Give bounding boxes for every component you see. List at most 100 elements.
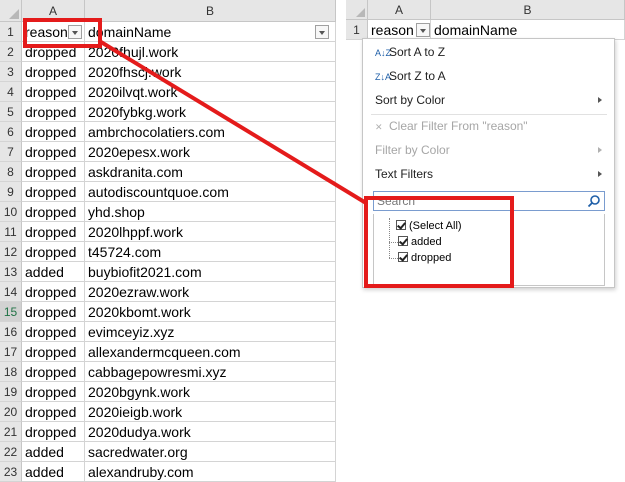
row-number[interactable]: 5 [0, 102, 22, 122]
row-number[interactable]: 7 [0, 142, 22, 162]
row-number[interactable]: 8 [0, 162, 22, 182]
select-all-corner[interactable] [0, 0, 22, 22]
cell-reason[interactable]: dropped [22, 62, 85, 82]
cell-text: dropped [25, 384, 77, 400]
cell-reason[interactable]: added [22, 442, 85, 462]
cell-domain[interactable]: evimceyiz.xyz [85, 322, 336, 342]
cell-reason[interactable]: dropped [22, 322, 85, 342]
row-number[interactable]: 6 [0, 122, 22, 142]
cell-domain[interactable]: buybiofit2021.com [85, 262, 336, 282]
row-number[interactable]: 10 [0, 202, 22, 222]
row-number[interactable]: 1 [0, 22, 22, 42]
filter-by-color-item[interactable]: Filter by Color [363, 139, 614, 161]
cell-domain[interactable]: yhd.shop [85, 202, 336, 222]
row-number[interactable]: 11 [0, 222, 22, 242]
row-number[interactable]: 17 [0, 342, 22, 362]
row-number[interactable]: 1 [346, 20, 368, 40]
table-row: 14 dropped 2020ezraw.work [0, 282, 336, 302]
cell-reason[interactable]: dropped [22, 122, 85, 142]
row-number[interactable]: 13 [0, 262, 22, 282]
cell-text: ambrchocolatiers.com [88, 124, 225, 140]
cell-b1-right[interactable]: domainName [431, 20, 625, 40]
cell-domain[interactable]: askdranita.com [85, 162, 336, 182]
table-row: 8 dropped askdranita.com [0, 162, 336, 182]
cell-a1-right[interactable]: reason [368, 20, 431, 40]
row-number[interactable]: 12 [0, 242, 22, 262]
cell-reason[interactable]: dropped [22, 242, 85, 262]
cell-reason[interactable]: dropped [22, 142, 85, 162]
cell-reason[interactable]: dropped [22, 202, 85, 222]
row-number[interactable]: 14 [0, 282, 22, 302]
filter-dropdown-button-active[interactable] [416, 23, 430, 37]
cell-reason[interactable]: dropped [22, 102, 85, 122]
cell-reason[interactable]: dropped [22, 382, 85, 402]
column-header-b-right[interactable]: B [431, 0, 625, 20]
cell-reason[interactable]: dropped [22, 362, 85, 382]
sort-by-color-item[interactable]: Sort by Color [363, 89, 614, 111]
cell-domain[interactable]: cabbagepowresmi.xyz [85, 362, 336, 382]
filter-dropdown-button[interactable] [315, 25, 329, 39]
row-number[interactable]: 23 [0, 462, 22, 482]
cell-domain[interactable]: t45724.com [85, 242, 336, 262]
cell-domain[interactable]: allexandermcqueen.com [85, 342, 336, 362]
cell-domain[interactable]: 2020kbomt.work [85, 302, 336, 322]
cell-reason[interactable]: added [22, 462, 85, 482]
row-number[interactable]: 3 [0, 62, 22, 82]
cell-text: 2020fybkg.work [88, 104, 187, 120]
cell-domain[interactable]: autodiscountquoe.com [85, 182, 336, 202]
sort-a-to-z-item[interactable]: A↓ZSort A to Z [363, 41, 614, 63]
cell-text: dropped [25, 304, 77, 320]
table-row: 4 dropped 2020ilvqt.work [0, 82, 336, 102]
table-row: 23 added alexandruby.com [0, 462, 336, 482]
row-number[interactable]: 2 [0, 42, 22, 62]
select-all-corner-right[interactable] [346, 0, 368, 20]
cell-domain[interactable]: 2020ilvqt.work [85, 82, 336, 102]
cell-domain[interactable]: 2020lhppf.work [85, 222, 336, 242]
column-header-b[interactable]: B [85, 0, 336, 22]
cell-text: dropped [25, 364, 77, 380]
cell-domain[interactable]: 2020fhscj.work [85, 62, 336, 82]
cell-reason[interactable]: dropped [22, 342, 85, 362]
row-number[interactable]: 22 [0, 442, 22, 462]
cell-text: allexandermcqueen.com [88, 344, 241, 360]
row-number[interactable]: 19 [0, 382, 22, 402]
sort-z-to-a-item[interactable]: Z↓ASort Z to A [363, 65, 614, 87]
row-number[interactable]: 9 [0, 182, 22, 202]
text-filters-item[interactable]: Text Filters [363, 163, 614, 185]
cell-domain[interactable]: 2020dudya.work [85, 422, 336, 442]
cell-reason[interactable]: added [22, 262, 85, 282]
cell-domain[interactable]: 2020fhujl.work [85, 42, 336, 62]
table-row: 5 dropped 2020fybkg.work [0, 102, 336, 122]
header-cell-domain[interactable]: domainName [85, 22, 336, 42]
cell-text: t45724.com [88, 244, 162, 260]
row-number[interactable]: 20 [0, 402, 22, 422]
row-number[interactable]: 21 [0, 422, 22, 442]
cell-reason[interactable]: dropped [22, 182, 85, 202]
cell-domain[interactable]: ambrchocolatiers.com [85, 122, 336, 142]
cell-domain[interactable]: alexandruby.com [85, 462, 336, 482]
highlight-box-filter-button [23, 18, 102, 48]
cell-domain[interactable]: 2020ieigb.work [85, 402, 336, 422]
table-row: 6 dropped ambrchocolatiers.com [0, 122, 336, 142]
cell-domain[interactable]: 2020epesx.work [85, 142, 336, 162]
sort-a-to-z-label: Sort A to Z [389, 45, 446, 59]
clear-filter-item[interactable]: ✕ Clear Filter From "reason" [363, 115, 614, 137]
cell-reason[interactable]: dropped [22, 222, 85, 242]
cell-domain[interactable]: 2020ezraw.work [85, 282, 336, 302]
cell-domain[interactable]: 2020fybkg.work [85, 102, 336, 122]
cell-reason[interactable]: dropped [22, 82, 85, 102]
cell-reason[interactable]: dropped [22, 162, 85, 182]
row-number[interactable]: 18 [0, 362, 22, 382]
cell-domain[interactable]: sacredwater.org [85, 442, 336, 462]
cell-domain[interactable]: 2020bgynk.work [85, 382, 336, 402]
column-header-a-right[interactable]: A [368, 0, 431, 20]
row-number[interactable]: 15 [0, 302, 22, 322]
row-number[interactable]: 4 [0, 82, 22, 102]
cell-reason[interactable]: dropped [22, 282, 85, 302]
table-row: 20 dropped 2020ieigb.work [0, 402, 336, 422]
cell-reason[interactable]: dropped [22, 302, 85, 322]
row-number[interactable]: 16 [0, 322, 22, 342]
table-row: 21 dropped 2020dudya.work [0, 422, 336, 442]
cell-reason[interactable]: dropped [22, 402, 85, 422]
cell-reason[interactable]: dropped [22, 422, 85, 442]
